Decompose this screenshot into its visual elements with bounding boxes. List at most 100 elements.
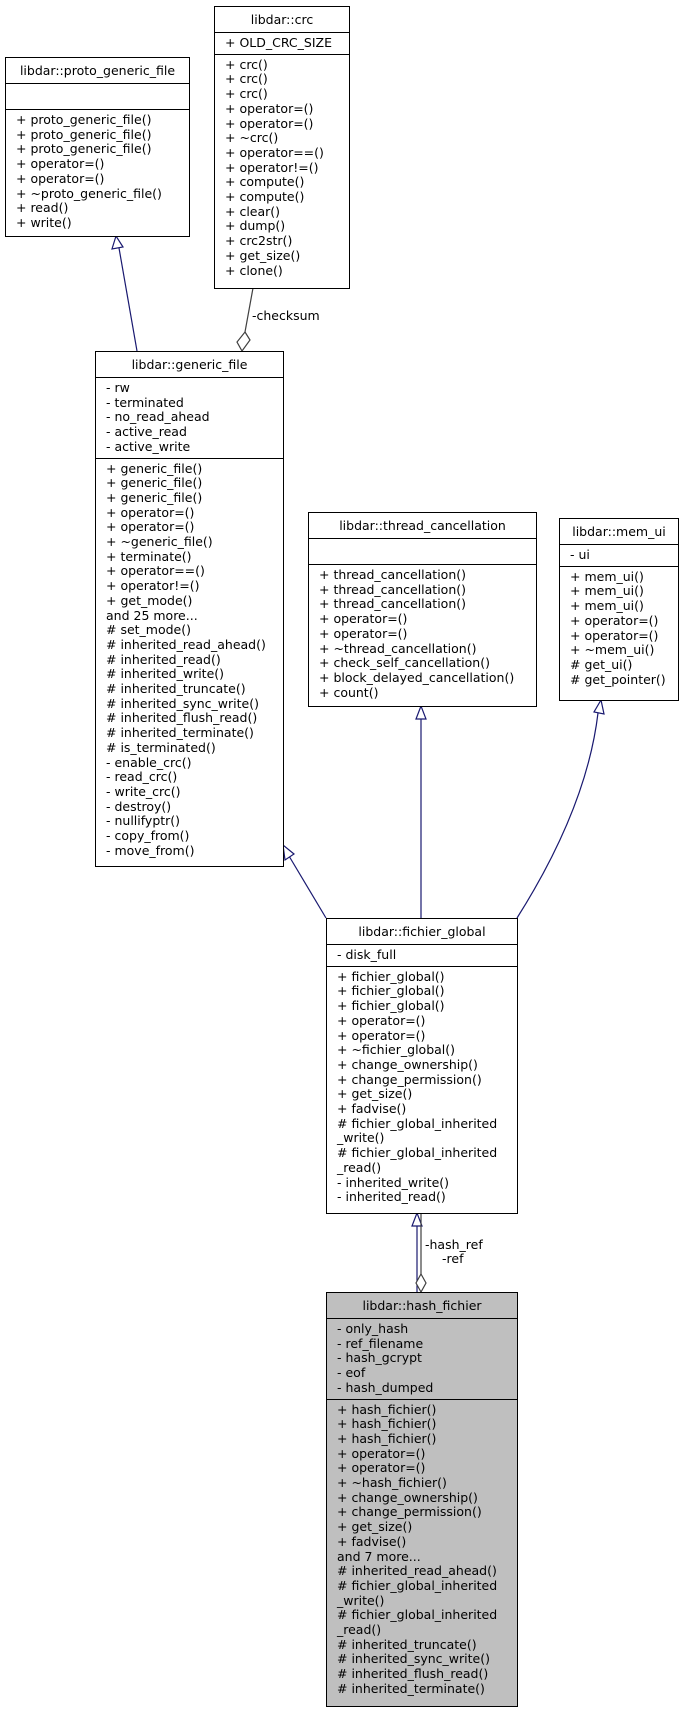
method-row: - write_crc() [106, 783, 181, 799]
method-row: # inherited_read_ahead() [337, 1563, 497, 1579]
method-row: + fadvise() [337, 1101, 407, 1117]
class-crc[interactable]: libdar::crc + OLD_CRC_SIZE + crc() + crc() +… [214, 6, 350, 289]
class-name: libdar::thread_cancellation [309, 513, 536, 539]
method-row: + proto_generic_file() [16, 112, 152, 127]
method-row: + clear() [225, 203, 281, 219]
method-row: + ~generic_file() [106, 534, 213, 550]
method-row: + proto_generic_file() [16, 141, 152, 157]
method-row: + block_delayed_cancellation() [319, 669, 515, 685]
method-row: + crc() [225, 56, 268, 72]
method-row: + ~mem_ui() [570, 642, 655, 658]
edge-fichier-global-inherits-mem-ui [516, 698, 605, 919]
attribute-row: - disk_full [337, 947, 397, 962]
attributes-section [309, 539, 536, 565]
method-row: + operator=() [570, 627, 659, 643]
method-row: # fichier_global_inherited [337, 1145, 498, 1161]
method-row: + hash_fichier() [337, 1416, 437, 1432]
edge-generic-file-inherits-proto-generic-file [111, 234, 138, 352]
method-row: + get_size() [337, 1519, 413, 1535]
method-row: + terminate() [106, 548, 192, 564]
method-row: + hash_fichier() [337, 1401, 437, 1417]
method-row: # fichier_global_inherited [337, 1115, 498, 1131]
method-row: + operator=() [106, 519, 195, 535]
attributes-section: - only_hash - ref_filename - hash_gcrypt - … [327, 1319, 517, 1400]
method-row: # inherited_terminate() [337, 1680, 485, 1696]
edge-label-checksum: -checksum [252, 308, 320, 323]
edge-fichier-global-inherits-thread-cancellation [415, 704, 427, 918]
method-row: + write() [16, 214, 72, 230]
method-row: - read_crc() [106, 769, 178, 785]
method-row: # fichier_global_inherited [337, 1607, 498, 1623]
edge-label-ref: -ref [442, 1251, 464, 1266]
method-row: + generic_file() [106, 475, 203, 491]
method-row: - enable_crc() [106, 754, 192, 770]
method-row: # inherited_read() [106, 651, 221, 667]
method-row: + get_mode() [106, 592, 193, 608]
attribute-row: - ref_filename [337, 1335, 424, 1351]
methods-section: + thread_cancellation() + thread_cancella… [309, 565, 536, 703]
methods-section: + proto_generic_file() + proto_generic_fi… [6, 110, 189, 234]
class-name: libdar::mem_ui [560, 519, 678, 545]
method-row: - destroy() [106, 798, 172, 814]
class-proto-generic-file[interactable]: libdar::proto_generic_file+ proto_generi… [5, 57, 190, 237]
methods-section: + fichier_global() + fichier_global() + fi… [327, 967, 517, 1208]
attribute-row: - hash_dumped [337, 1379, 434, 1395]
method-row: + thread_cancellation() [319, 567, 466, 582]
class-hash-fichier[interactable]: libdar::hash_fichier - only_hash - ref_fil… [326, 1292, 518, 1707]
method-row: + read() [16, 200, 69, 216]
method-row: + hash_fichier() [337, 1430, 437, 1446]
attributes-section: + OLD_CRC_SIZE [215, 33, 349, 55]
method-row: + operator=() [16, 170, 105, 186]
method-row: # inherited_sync_write() [106, 695, 259, 711]
class-generic-file[interactable]: libdar::generic_file - rw - terminated - no… [95, 351, 284, 867]
method-row: + mem_ui() [570, 598, 644, 614]
method-row: + ~thread_cancellation() [319, 640, 477, 656]
method-row: + operator=() [319, 625, 408, 641]
aggregation-diamond-icon [236, 330, 251, 353]
method-row: # fichier_global_inherited [337, 1577, 498, 1593]
method-row: + ~crc() [225, 130, 279, 146]
class-mem-ui[interactable]: libdar::mem_ui - ui + mem_ui() + mem_ui() + … [559, 518, 679, 701]
method-row: _write() [337, 1130, 385, 1146]
method-row: + compute() [225, 189, 305, 205]
method-row: # inherited_terminate() [106, 725, 254, 741]
method-row: + get_size() [337, 1086, 413, 1102]
method-row: + crc() [225, 86, 268, 102]
method-row: + operator=() [337, 1027, 426, 1043]
attribute-row: - no_read_ahead [106, 409, 210, 425]
method-row: and 25 more... [106, 607, 198, 623]
method-row: - nullifyptr() [106, 813, 181, 829]
method-row: + ~proto_generic_file() [16, 185, 162, 201]
method-row: + operator==() [106, 563, 205, 579]
method-row: + operator=() [337, 1460, 426, 1476]
method-row: _read() [337, 1622, 382, 1638]
edge-label-hash-ref: -hash_ref [425, 1237, 483, 1252]
method-row: # inherited_sync_write() [337, 1651, 490, 1667]
method-row: # inherited_truncate() [106, 681, 246, 697]
attribute-row: - terminated [106, 394, 184, 410]
method-row: - move_from() [106, 842, 195, 858]
method-row: + operator=() [16, 156, 105, 172]
attribute-row: - ui [570, 547, 590, 562]
method-row: + check_self_cancellation() [319, 655, 490, 671]
methods-section: + generic_file() + generic_file() + generi… [96, 459, 283, 862]
method-row: + operator=() [337, 1012, 426, 1028]
method-row: + mem_ui() [570, 583, 644, 599]
method-row: + operator==() [225, 144, 324, 160]
method-row: + change_ownership() [337, 1489, 478, 1505]
method-row: # inherited_write() [106, 666, 225, 682]
attributes-section [6, 84, 189, 110]
class-name: libdar::generic_file [96, 352, 283, 378]
method-row: - inherited_write() [337, 1174, 450, 1190]
class-name: libdar::proto_generic_file [6, 58, 189, 84]
class-fichier-global[interactable]: libdar::fichier_global - disk_full + fichi… [326, 918, 518, 1214]
attribute-row: - active_read [106, 424, 187, 440]
method-row: + change_ownership() [337, 1056, 478, 1072]
class-thread-cancellation[interactable]: libdar::thread_cancellation+ thread_canc… [308, 512, 537, 707]
method-row: + proto_generic_file() [16, 126, 152, 142]
method-row: + ~hash_fichier() [337, 1475, 447, 1491]
methods-section: + mem_ui() + mem_ui() + mem_ui() + operator… [560, 567, 678, 691]
method-row: + operator=() [225, 115, 314, 131]
method-row: # inherited_flush_read() [337, 1666, 489, 1682]
method-row: + fichier_global() [337, 998, 445, 1014]
